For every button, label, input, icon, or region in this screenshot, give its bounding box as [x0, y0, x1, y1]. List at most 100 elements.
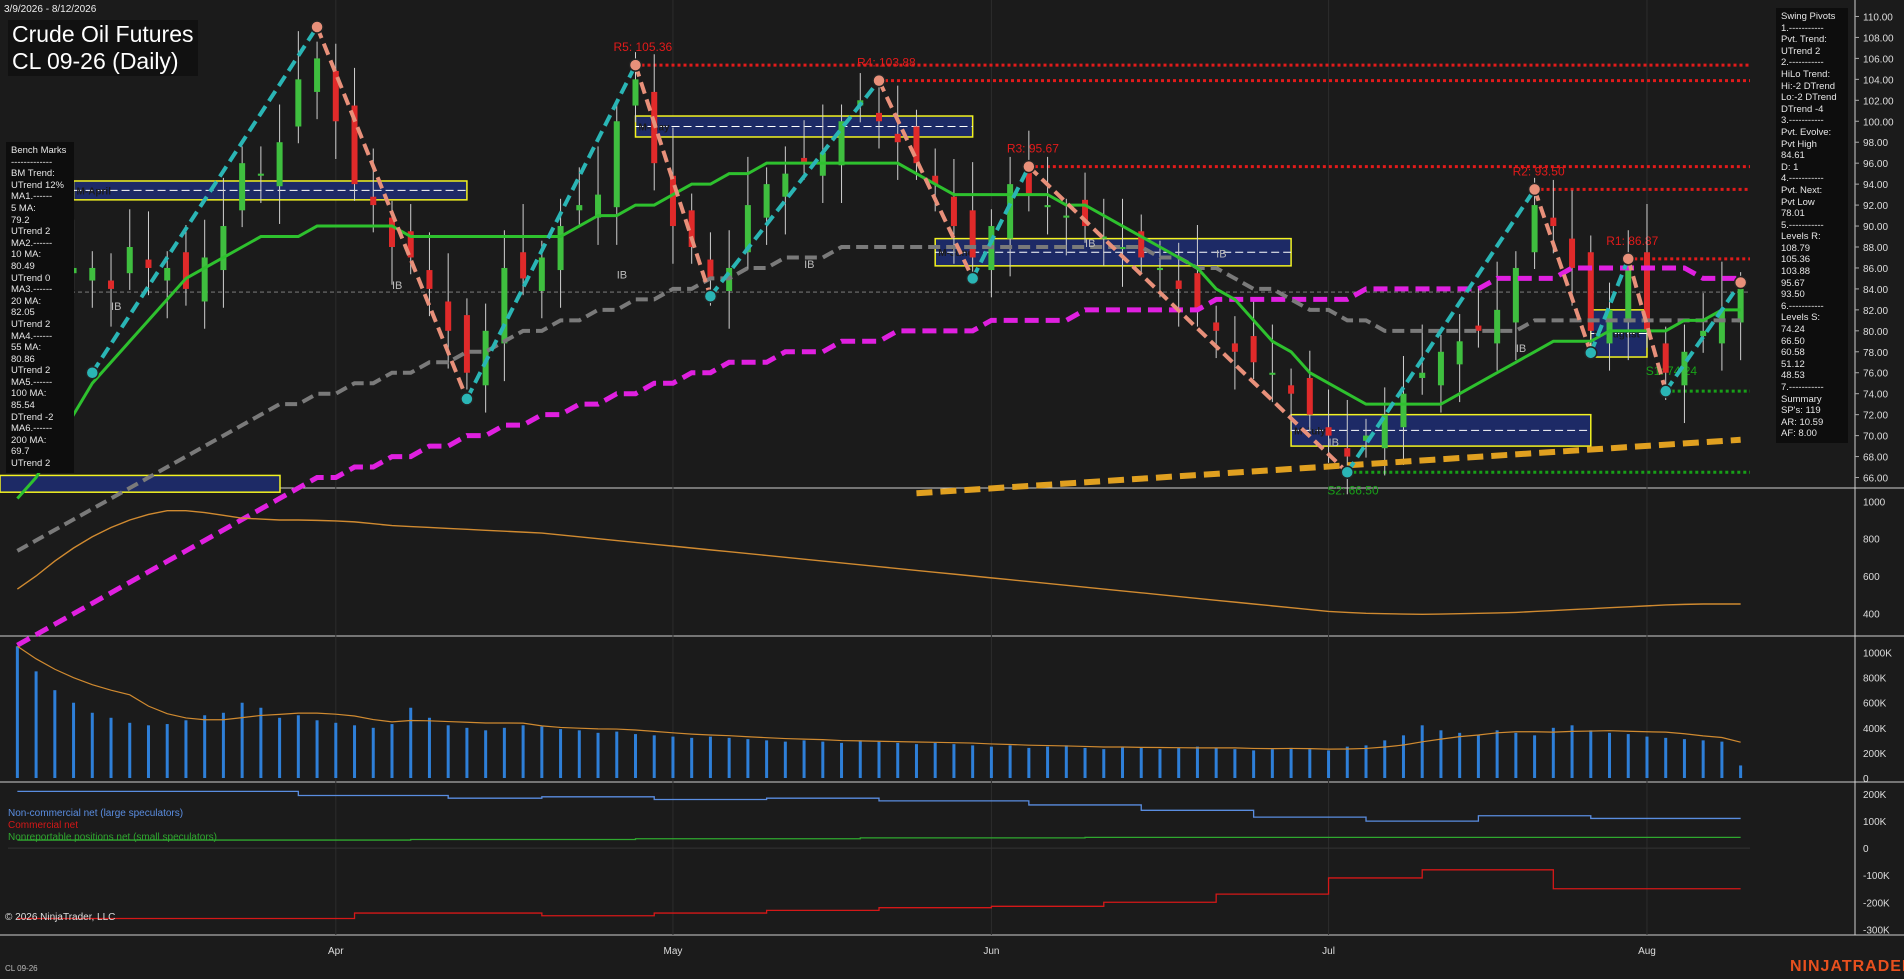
candle-body	[1231, 343, 1238, 352]
candle-body	[576, 205, 583, 211]
volume-bar	[1252, 750, 1256, 778]
volume-bar	[1195, 746, 1199, 778]
swing_panel-line: 105.36	[1781, 254, 1811, 266]
candle-body	[370, 196, 377, 206]
y-tick-label: 110.00	[1863, 12, 1893, 23]
candle-body	[1569, 238, 1576, 268]
volume-bar	[165, 724, 169, 778]
swing_panel-line: 74.24	[1781, 324, 1805, 336]
volume-average-line	[17, 645, 1741, 750]
swing_panel-line: 66.50	[1781, 335, 1805, 347]
candle-body	[164, 267, 171, 281]
volume-bar	[1008, 745, 1012, 778]
candle-body	[1494, 309, 1501, 344]
y-tick-label: 92.00	[1863, 201, 1888, 212]
volume-bar	[1701, 740, 1705, 778]
volume-bar	[783, 741, 787, 778]
volume-bar	[184, 720, 188, 778]
swing-point	[85, 365, 100, 380]
candle-body	[669, 175, 676, 227]
candle-body	[295, 79, 302, 127]
date-range: 3/9/2026 - 8/12/2026	[4, 4, 97, 15]
volume-bar	[877, 741, 881, 778]
volume-bar	[1608, 732, 1612, 778]
y-tick-label: 200K	[1863, 749, 1887, 760]
volume-bar	[146, 725, 150, 778]
volume-bar	[989, 746, 993, 778]
swing_panel-line: 4.-----------	[1781, 173, 1824, 185]
candle-body	[1156, 267, 1163, 271]
swing-point	[1022, 159, 1036, 174]
benchmarks-line: MA6.------	[11, 423, 53, 435]
swing-point	[703, 289, 718, 303]
volume-bar	[1533, 735, 1537, 778]
ib-label: IB	[1216, 248, 1226, 260]
brand-logo: NINJATRADER	[1790, 958, 1904, 975]
candle-body	[1737, 288, 1744, 323]
cot-series-line	[17, 869, 1741, 920]
volume-bar	[933, 742, 937, 778]
candle-body	[969, 210, 976, 258]
ib-label: IB	[392, 280, 402, 292]
swing-point	[1340, 465, 1355, 480]
volume-bar	[1158, 749, 1162, 778]
volume-bar	[1027, 747, 1031, 778]
resistance-label: R2: 93.50	[1513, 164, 1565, 178]
candle-body	[1269, 372, 1276, 375]
y-tick-label: 90.00	[1863, 222, 1888, 233]
x-tick-label: Apr	[328, 946, 344, 957]
swing_panel-line: AR: 10.59	[1781, 416, 1824, 428]
month-box-label: M-June	[938, 248, 973, 259]
swing-point	[460, 392, 474, 406]
volume-bar	[371, 727, 375, 778]
candle-body	[1325, 427, 1332, 436]
candle-body	[782, 173, 789, 197]
swing_panel-line: 7.-----------	[1781, 382, 1824, 393]
benchmarks-line: 85.54	[11, 400, 35, 412]
y-tick-label: 66.00	[1863, 474, 1888, 485]
swing-point	[965, 271, 980, 286]
candle-body	[1063, 215, 1070, 218]
swing_panel-line: Pvt Low	[1781, 196, 1815, 208]
volume-bar	[559, 729, 563, 778]
candle-body	[1288, 385, 1295, 394]
volume-bar	[446, 725, 450, 778]
volume-bar	[128, 722, 132, 778]
instrument-label: CL 09-26	[5, 964, 38, 973]
volume-bar	[746, 739, 750, 778]
y-tick-label: 400	[1863, 609, 1880, 620]
volume-bar	[1083, 747, 1087, 778]
volume-bar	[1626, 734, 1630, 778]
candle-body	[1119, 247, 1126, 250]
y-tick-label: 102.00	[1863, 96, 1894, 107]
swing_panel-line: 78.01	[1781, 208, 1805, 220]
swing_panel-line: Pvt. Next:	[1781, 184, 1823, 196]
volume-bar	[1139, 747, 1143, 778]
candle-body	[1625, 267, 1632, 323]
candle-body	[145, 259, 152, 268]
benchmarks-line: UTrend 2	[11, 226, 51, 238]
benchmarks-line: 82.05	[11, 307, 35, 319]
volume-bar	[353, 725, 357, 778]
benchmarks-line: MA2.------	[11, 237, 53, 249]
y-tick-label: 86.00	[1863, 264, 1888, 275]
volume-bar	[690, 737, 694, 778]
benchmarks-line: 79.2	[11, 214, 30, 226]
y-tick-label: 0	[1863, 774, 1869, 785]
volume-bar	[1476, 735, 1480, 778]
cot-series-line	[17, 836, 1741, 841]
candle-body	[126, 247, 133, 274]
resistance-label: R1: 86.87	[1606, 234, 1658, 248]
ib-label: IB	[617, 269, 627, 281]
benchmarks-line: 69.7	[11, 446, 30, 458]
swing_panel-line: Pvt. Trend:	[1781, 34, 1827, 46]
candle-body	[1550, 217, 1557, 227]
volume-bar	[1345, 746, 1349, 778]
benchmarks-line: 10 MA:	[11, 249, 42, 261]
candle-body	[538, 257, 545, 292]
volume-bar	[521, 725, 525, 778]
y-tick-label: 600K	[1863, 699, 1887, 710]
volume-bar	[240, 702, 244, 778]
candle-body	[89, 267, 96, 281]
benchmarks-line: UTrend 2	[11, 365, 51, 377]
